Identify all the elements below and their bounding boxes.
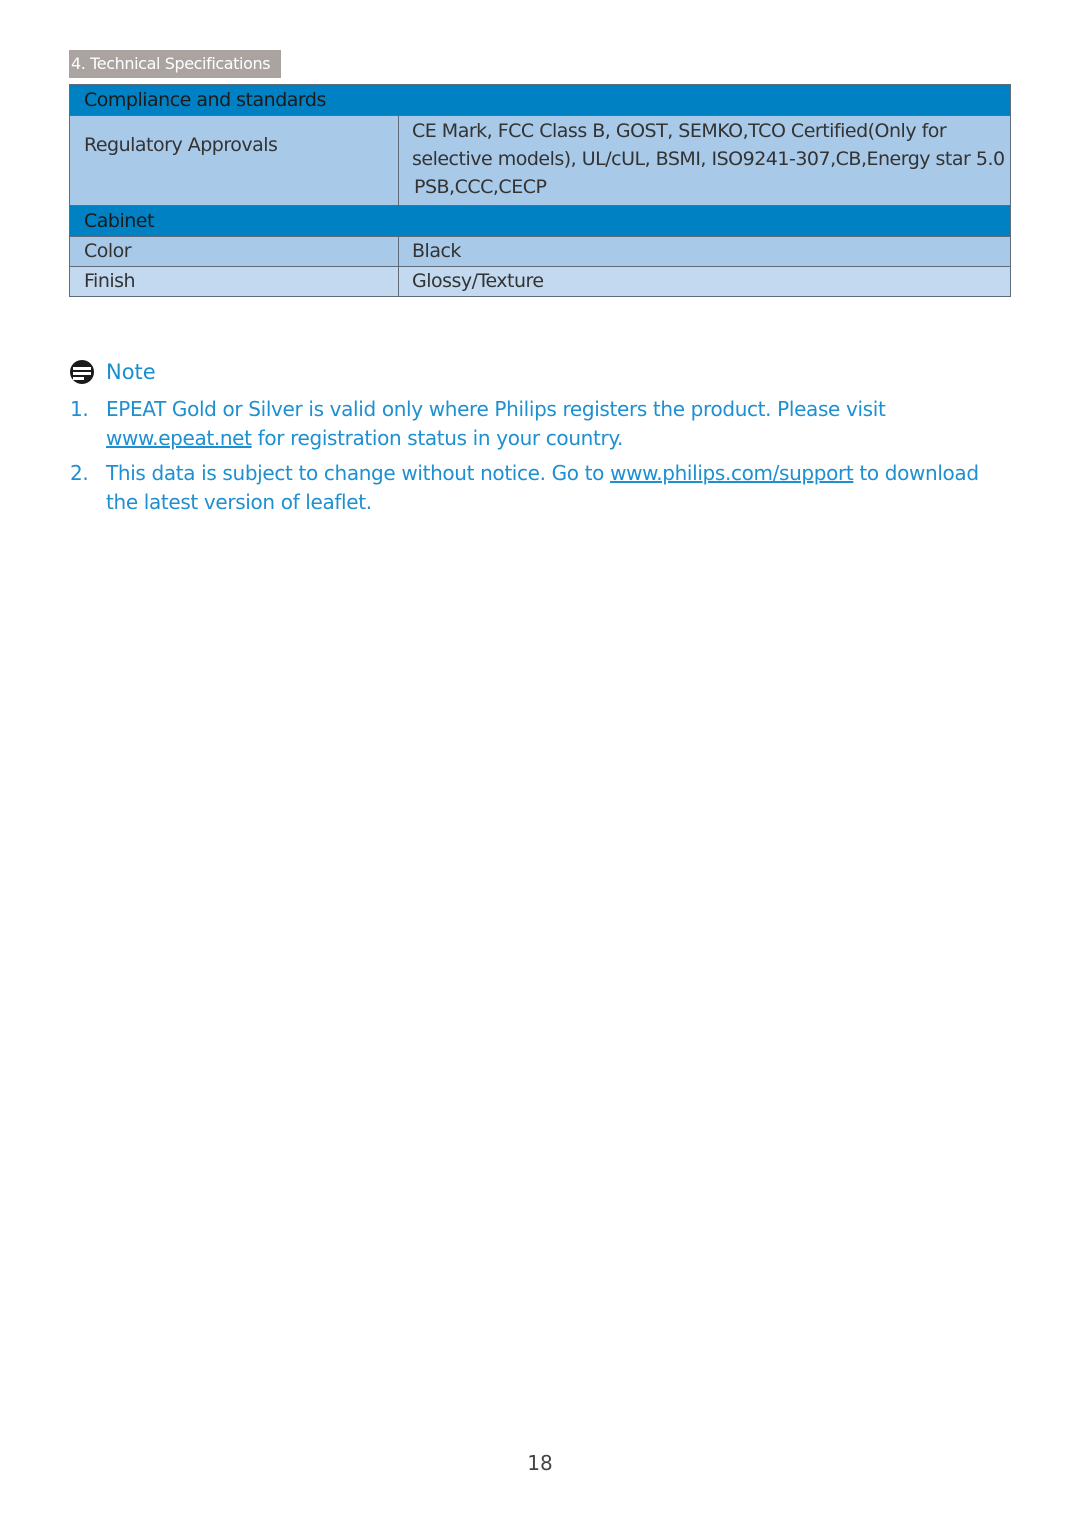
philips-support-link[interactable]: www.philips.com/support bbox=[610, 461, 854, 485]
value-line: PSB,CCC,CECP bbox=[414, 176, 547, 198]
table-row: Regulatory Approvals CE Mark, FCC Class … bbox=[69, 115, 1011, 206]
note-heading: Note bbox=[70, 360, 156, 384]
note-item: 1. EPEAT Gold or Silver is valid only wh… bbox=[70, 395, 1000, 453]
note-icon bbox=[70, 360, 94, 384]
section-header-compliance: Compliance and standards bbox=[69, 84, 1011, 116]
row-key: Color bbox=[69, 236, 399, 267]
epeat-link[interactable]: www.epeat.net bbox=[106, 426, 252, 450]
table-row: Finish Glossy/Texture bbox=[69, 266, 1011, 297]
section-title: Compliance and standards bbox=[69, 84, 1011, 116]
note-text: EPEAT Gold or Silver is valid only where… bbox=[106, 397, 886, 421]
note-list: 1. EPEAT Gold or Silver is valid only wh… bbox=[70, 395, 1000, 523]
row-value: Glossy/Texture bbox=[398, 266, 1011, 297]
section-header-cabinet: Cabinet bbox=[69, 205, 1011, 237]
spec-table: Compliance and standards Regulatory Appr… bbox=[69, 84, 1011, 297]
row-value: CE Mark, FCC Class B, GOST, SEMKO,TCO Ce… bbox=[398, 115, 1011, 206]
table-row: Color Black bbox=[69, 236, 1011, 267]
page-number: 18 bbox=[527, 1451, 553, 1475]
row-key: Finish bbox=[69, 266, 399, 297]
note-title: Note bbox=[106, 360, 156, 384]
value-line: CE Mark, FCC Class B, GOST, SEMKO,TCO Ce… bbox=[412, 120, 947, 142]
row-value: Black bbox=[398, 236, 1011, 267]
note-text: for registration status in your country. bbox=[251, 426, 624, 450]
section-title: Cabinet bbox=[69, 205, 1011, 237]
section-tab: 4. Technical Specifications bbox=[69, 50, 281, 78]
note-number: 2. bbox=[70, 461, 89, 485]
note-text: This data is subject to change without n… bbox=[106, 461, 611, 485]
note-item: 2. This data is subject to change withou… bbox=[70, 459, 1000, 517]
note-number: 1. bbox=[70, 397, 89, 421]
value-line: selective models), UL/cUL, BSMI, ISO9241… bbox=[412, 148, 1005, 170]
row-key: Regulatory Approvals bbox=[69, 115, 399, 206]
